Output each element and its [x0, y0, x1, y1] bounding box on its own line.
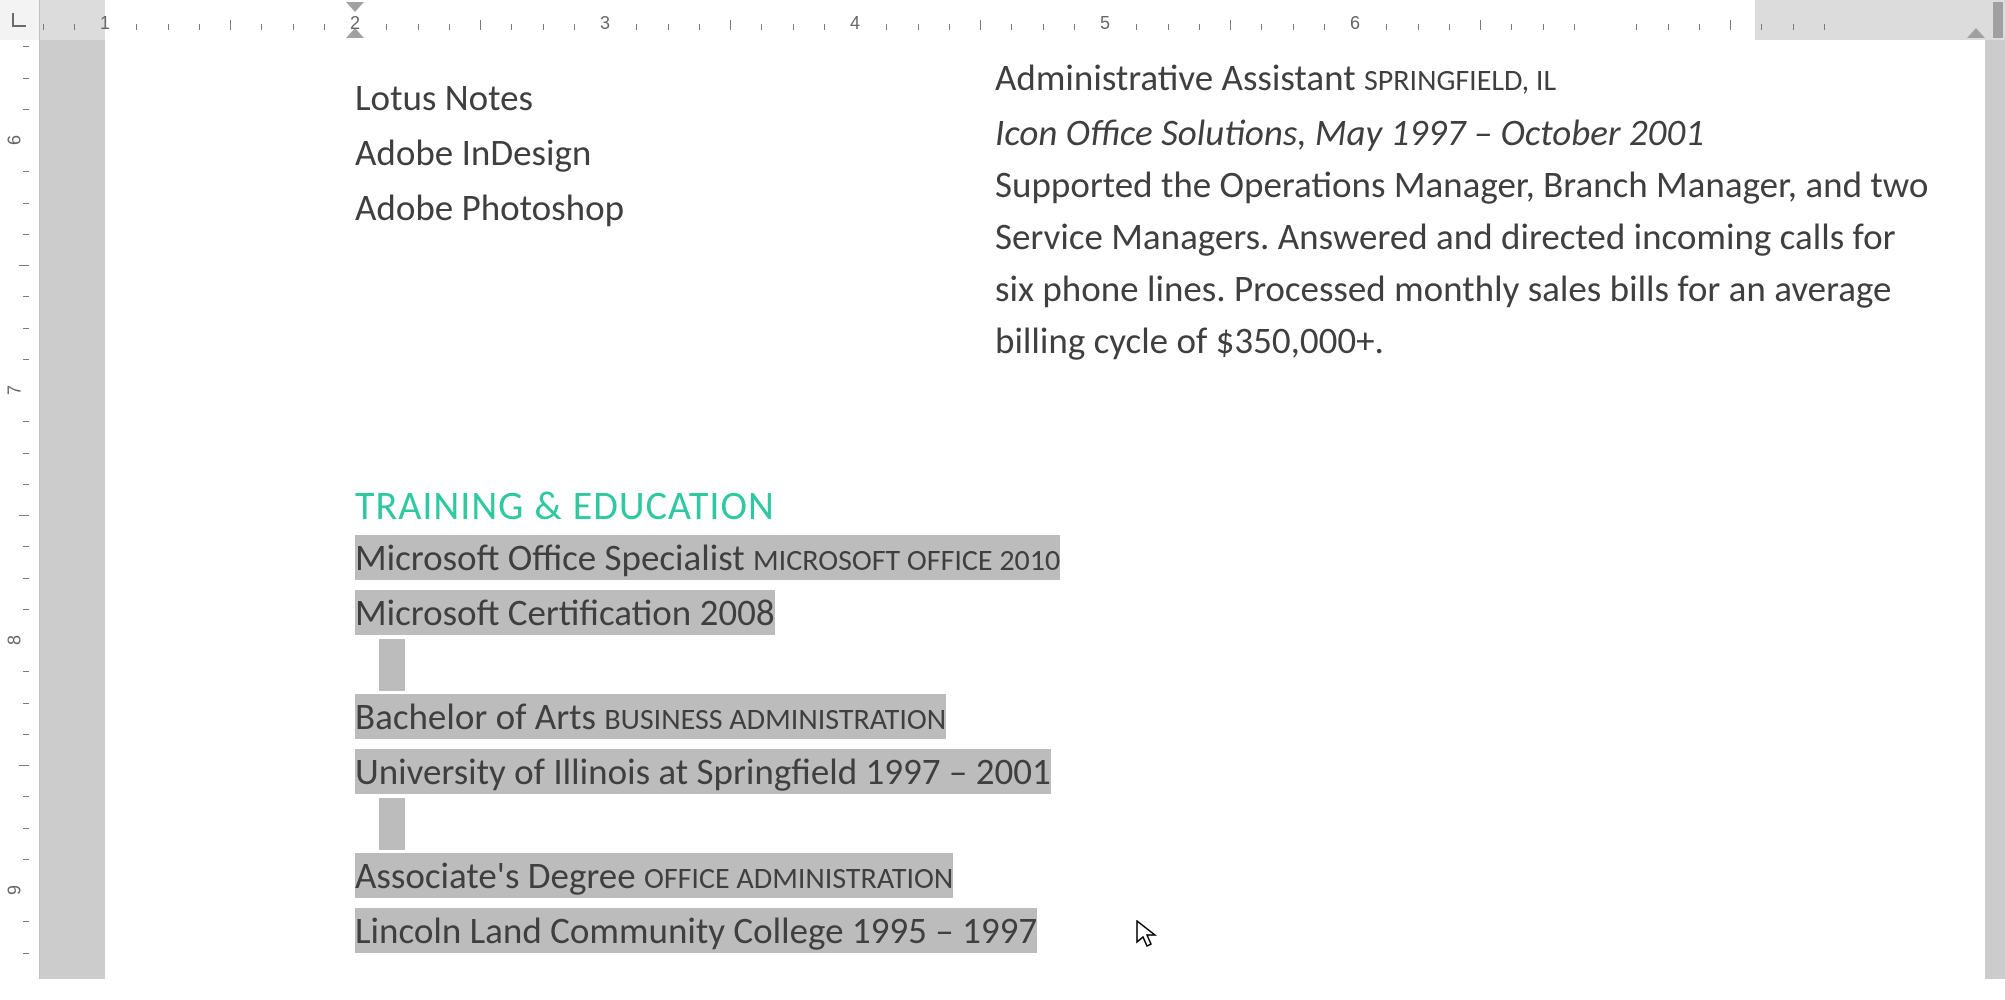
education-subtitle: MICROSOFT OFFICE 2010 [753, 542, 1060, 579]
skill-item: Adobe Photoshop [355, 180, 955, 235]
tab-l-icon [12, 13, 26, 27]
education-subtitle: BUSINESS ADMINISTRATION [604, 701, 946, 738]
education-detail-line: University of Illinois at Springfield 19… [355, 746, 1925, 798]
experience-column: Administrative Assistant SPRINGFIELD, IL… [995, 40, 1935, 367]
selection-spacer [379, 639, 405, 691]
ruler-number: 3 [600, 13, 610, 34]
ruler-number: 2 [350, 13, 360, 34]
ruler-number: 6 [1350, 13, 1360, 34]
ruler-number: 1 [100, 13, 110, 34]
tab-stop-selector[interactable] [0, 0, 40, 40]
ruler-number: 4 [850, 13, 860, 34]
education-title: Bachelor of Arts [355, 694, 596, 739]
job-title-line: Administrative Assistant SPRINGFIELD, IL [995, 52, 1935, 107]
education-section: TRAINING & EDUCATION Microsoft Office Sp… [355, 480, 1925, 957]
ruler-number: 7 [5, 385, 26, 395]
horizontal-ruler[interactable]: 1 2 3 4 5 6 [0, 0, 2005, 40]
first-line-indent-marker[interactable] [346, 2, 364, 12]
vertical-ruler[interactable]: 6 7 8 9 [0, 40, 40, 979]
horizontal-ruler-track[interactable]: 1 2 3 4 5 6 [40, 0, 2005, 40]
education-title: Microsoft Office Specialist [355, 535, 745, 580]
skill-item: Lotus Notes [355, 70, 955, 125]
ruler-number: 8 [5, 635, 26, 645]
ruler-right-handle[interactable] [1993, 2, 2003, 38]
education-entry: Microsoft Office Specialist MICROSOFT OF… [355, 532, 1925, 639]
education-detail: University of Illinois at Springfield 19… [355, 749, 1051, 794]
job-title: Administrative Assistant [995, 55, 1356, 100]
document-page[interactable]: Lotus Notes Adobe InDesign Adobe Photosh… [105, 40, 1985, 1000]
skills-column: Lotus Notes Adobe InDesign Adobe Photosh… [355, 40, 955, 235]
education-subtitle: OFFICE ADMINISTRATION [644, 860, 953, 897]
education-title-line: Bachelor of Arts BUSINESS ADMINISTRATION [355, 691, 1925, 746]
education-title: Associate's Degree [355, 853, 636, 898]
right-indent-marker[interactable] [1967, 28, 1985, 38]
job-description: Supported the Operations Manager, Branch… [995, 159, 1935, 367]
ruler-number: 5 [1100, 13, 1110, 34]
ruler-left-margin [40, 0, 105, 40]
education-detail: Lincoln Land Community College 1995 – 19… [355, 908, 1037, 953]
education-detail-line: Lincoln Land Community College 1995 – 19… [355, 905, 1925, 957]
education-entry: Associate's Degree OFFICE ADMINISTRATION… [355, 850, 1925, 957]
section-heading: TRAINING & EDUCATION [355, 480, 1925, 532]
ruler-number: 6 [5, 135, 26, 145]
education-title-line: Microsoft Office Specialist MICROSOFT OF… [355, 532, 1925, 587]
education-detail: Microsoft Certification 2008 [355, 590, 775, 635]
education-detail-line: Microsoft Certification 2008 [355, 587, 1925, 639]
job-location: SPRINGFIELD, IL [1364, 62, 1556, 99]
skill-item: Adobe InDesign [355, 125, 955, 180]
education-title-line: Associate's Degree OFFICE ADMINISTRATION [355, 850, 1925, 905]
education-entry: Bachelor of Arts BUSINESS ADMINISTRATION… [355, 691, 1925, 798]
selection-spacer [379, 798, 405, 850]
ruler-number: 9 [5, 885, 26, 895]
job-company-line: Icon Office Solutions, May 1997 – Octobe… [995, 107, 1935, 159]
